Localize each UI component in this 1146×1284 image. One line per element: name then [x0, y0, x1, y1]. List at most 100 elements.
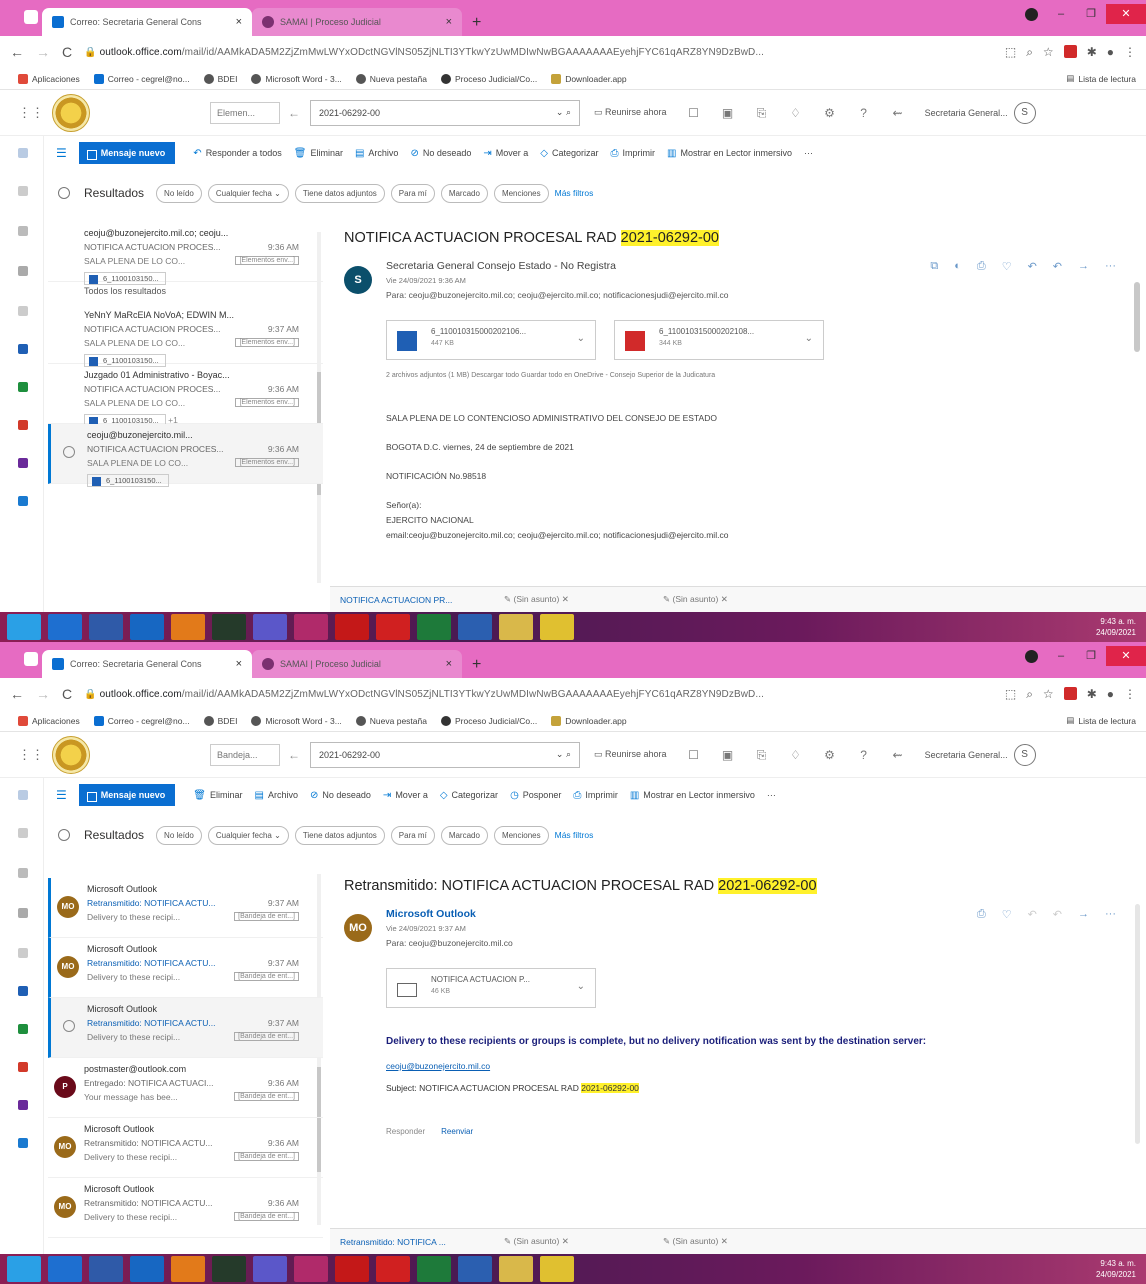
sender-avatar[interactable]: MO: [344, 914, 372, 942]
edge-icon[interactable]: [48, 614, 82, 640]
myday-icon[interactable]: ⎘: [755, 106, 769, 120]
filter-date[interactable]: Cualquier fecha ⌄: [207, 183, 289, 203]
start-icon[interactable]: [7, 614, 41, 640]
list-item[interactable]: P postmaster@outlook.com Entregado: NOTI…: [48, 1058, 323, 1118]
gear-icon[interactable]: ⚙: [823, 748, 837, 762]
firefox-icon[interactable]: [171, 614, 205, 640]
forward-icon[interactable]: →: [1078, 260, 1089, 273]
reply-button[interactable]: Responder: [386, 1127, 425, 1136]
attachment-card[interactable]: NOTIFICA ACTUACION P... 46 KB ⌄: [386, 968, 596, 1008]
tab-close-icon[interactable]: ×: [446, 16, 452, 28]
bookmark-item[interactable]: Downloader.app: [551, 715, 627, 726]
filter-mentions[interactable]: Menciones: [493, 825, 549, 845]
filter-unread[interactable]: No leído: [156, 183, 202, 203]
puzzle-icon[interactable]: ✱: [1087, 45, 1097, 60]
url-field[interactable]: 🔒 outlook.office.com/mail/id/AAMkADA5M2Z…: [84, 47, 993, 58]
todo-app-icon[interactable]: [18, 496, 28, 506]
sender-name[interactable]: Microsoft Outlook: [386, 908, 476, 920]
list-item[interactable]: Juzgado 01 Administrativo - Boyac... NOT…: [48, 364, 323, 427]
bookmark-item[interactable]: Proceso Judicial/Co...: [440, 715, 537, 726]
bookmark-item[interactable]: Downloader.app: [551, 73, 627, 84]
categorize-button[interactable]: ◇ Categorizar: [540, 148, 598, 159]
filter-to-me[interactable]: Para mí: [390, 825, 435, 845]
explorer-icon[interactable]: [89, 1256, 123, 1282]
forward-icon[interactable]: →: [36, 686, 50, 702]
archive-button[interactable]: ▤ Archivo: [255, 790, 298, 801]
list-item[interactable]: ceoju@buzonejercito.mil.co; ceoju... NOT…: [48, 222, 323, 285]
tab-close-icon[interactable]: ×: [236, 16, 242, 28]
more-filters-link[interactable]: Más filtros: [555, 188, 594, 198]
bookmark-item[interactable]: BDEI: [203, 715, 237, 726]
delete-button[interactable]: 🗑 Eliminar: [294, 148, 343, 159]
pdf-extension-icon[interactable]: [1063, 44, 1077, 58]
excel-taskbar-icon[interactable]: [417, 614, 451, 640]
print-button[interactable]: ⎙ Imprimir: [611, 148, 656, 159]
more-icon[interactable]: ···: [1105, 260, 1116, 273]
myday-icon[interactable]: ⎘: [755, 748, 769, 762]
chevron-down-icon[interactable]: ⌄: [805, 333, 813, 344]
draft-tab[interactable]: ✎ (Sin asunto) ✕: [504, 1236, 649, 1247]
bookmark-item[interactable]: Nueva pestaña: [355, 73, 427, 84]
chevron-down-icon[interactable]: ⌄: [577, 981, 585, 992]
filter-to-me[interactable]: Para mí: [390, 183, 435, 203]
print-button[interactable]: ⎙ Imprimir: [573, 790, 618, 801]
folder-taskbar-icon[interactable]: [499, 614, 533, 640]
start-icon[interactable]: [7, 1256, 41, 1282]
search-scope-dropdown[interactable]: Elemen...: [210, 101, 280, 124]
reply-icon[interactable]: ↶: [1028, 260, 1037, 273]
attach-icon[interactable]: [18, 868, 28, 878]
reply-all-icon[interactable]: ↶: [1053, 908, 1062, 921]
tab-close-icon[interactable]: ×: [446, 658, 452, 670]
bookmark-item[interactable]: Nueva pestaña: [355, 715, 427, 726]
draft-tab[interactable]: ✎ (Sin asunto) ✕: [663, 1236, 808, 1247]
sender-avatar[interactable]: S: [344, 266, 372, 294]
filter-attachments[interactable]: Tiene datos adjuntos: [294, 825, 385, 845]
calendar-icon[interactable]: [18, 186, 28, 196]
menu-kebab-icon[interactable]: ⋮: [1124, 687, 1136, 702]
back-arrow-icon[interactable]: ←: [288, 748, 300, 762]
select-all-checkbox[interactable]: [58, 829, 70, 841]
account-icon[interactable]: ●: [1107, 687, 1114, 702]
select-all-checkbox[interactable]: [58, 187, 70, 199]
opera-icon[interactable]: [376, 1256, 410, 1282]
word-taskbar-icon[interactable]: [458, 614, 492, 640]
filter-attachments[interactable]: Tiene datos adjuntos: [294, 183, 385, 203]
bell-icon[interactable]: ♢: [789, 748, 803, 762]
attachment-chip[interactable]: 6_1100103150...: [84, 272, 166, 285]
draft-tab[interactable]: Retransmitido: NOTIFICA ...: [340, 1237, 490, 1247]
print-icon[interactable]: ⎙: [977, 260, 986, 273]
search-icon[interactable]: ⌄ ⌕: [556, 749, 571, 760]
install-icon[interactable]: ⬚: [1005, 687, 1016, 702]
forward-icon[interactable]: →: [1078, 908, 1089, 921]
bookmark-item[interactable]: Aplicaciones: [18, 715, 80, 726]
search-input[interactable]: 2021-06292-00 ⌄ ⌕: [310, 741, 580, 768]
app-launcher-icon[interactable]: ⋮⋮: [18, 747, 44, 763]
immersive-reader-button[interactable]: ▥ Mostrar en Lector inmersivo: [667, 148, 792, 159]
teams-app-icon[interactable]: [253, 1256, 287, 1282]
restore-icon[interactable]: ❐: [1076, 4, 1106, 24]
word-app-icon[interactable]: [18, 986, 28, 996]
filter-flagged[interactable]: Marcado: [440, 825, 488, 845]
word-icon[interactable]: ☐: [687, 106, 701, 120]
draft-tab[interactable]: NOTIFICA ACTUACION PR...: [340, 595, 490, 605]
attach-icon[interactable]: [18, 226, 28, 236]
account-button[interactable]: Secretaria General... S: [925, 101, 1036, 124]
attachments-summary[interactable]: 2 archivos adjuntos (1 MB) Descargar tod…: [386, 372, 1146, 379]
close-window-icon[interactable]: ✕: [1106, 4, 1146, 24]
bookmark-item[interactable]: Proceso Judicial/Co...: [440, 73, 537, 84]
item-select-checkbox[interactable]: [63, 1020, 75, 1032]
outlook-app-icon[interactable]: [130, 1256, 164, 1282]
meet-now-button[interactable]: ▭ Reunirse ahora: [594, 107, 667, 118]
browser-menu-icon[interactable]: [24, 652, 38, 666]
todo-app-icon[interactable]: [18, 1138, 28, 1148]
new-message-button[interactable]: Mensaje nuevo: [78, 142, 176, 164]
url-field[interactable]: 🔒 outlook.office.com/mail/id/AAMkADA5M2Z…: [84, 689, 993, 700]
sender-name[interactable]: Secretaria General Consejo Estado - No R…: [386, 260, 616, 272]
reading-scrollbar[interactable]: [1135, 904, 1140, 1144]
move-to-button[interactable]: ⇥ Mover a: [483, 148, 528, 159]
snooze-button[interactable]: ◷ Posponer: [510, 790, 561, 801]
bell-icon[interactable]: ♢: [789, 106, 803, 120]
word-icon[interactable]: ☐: [687, 748, 701, 762]
filter-unread[interactable]: No leído: [156, 825, 202, 845]
list-item-selected[interactable]: ceoju@buzonejercito.mil... NOTIFICA ACTU…: [48, 424, 323, 487]
